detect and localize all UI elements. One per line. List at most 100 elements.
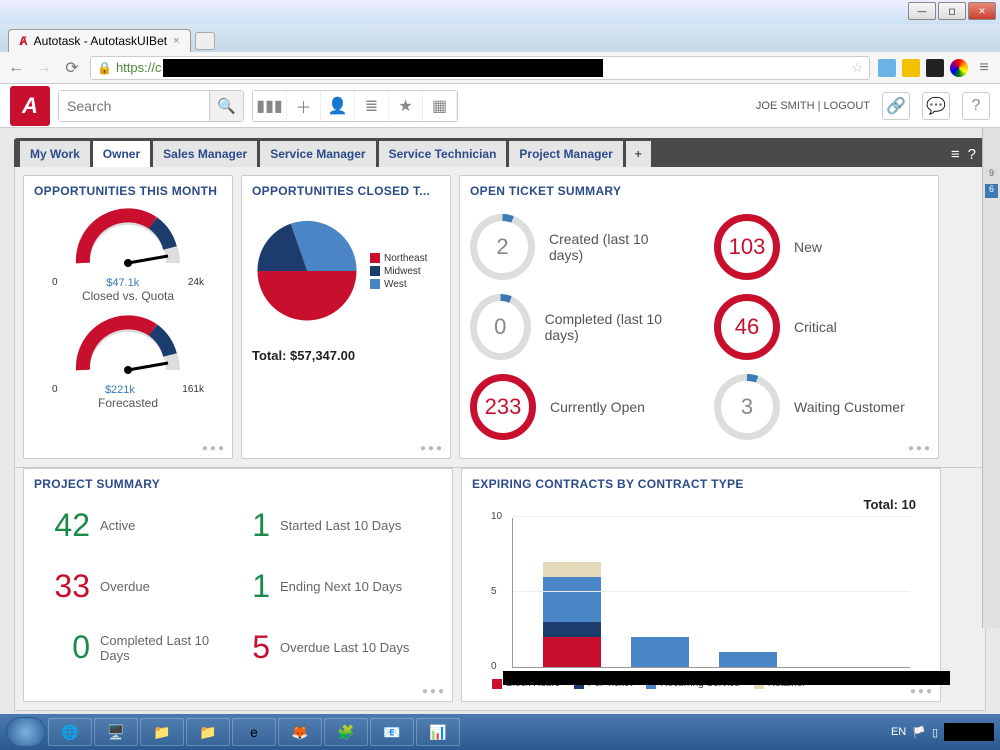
ticket-metric[interactable]: 233Currently Open	[470, 374, 684, 440]
gauge-icon	[68, 208, 188, 272]
taskbar-app-icon[interactable]: 🧩	[324, 718, 368, 746]
y-tick: 0	[491, 661, 497, 672]
taskbar-app-icon[interactable]: 🌐	[48, 718, 92, 746]
language-indicator[interactable]: EN	[891, 726, 906, 738]
right-gutter: 9 6	[982, 128, 1000, 628]
list-icon[interactable]: ≣	[355, 91, 389, 121]
ticket-label: Created (last 10 days)	[549, 231, 684, 263]
project-label: Completed Last 10 Days	[100, 633, 220, 663]
widget-menu-icon[interactable]: ●●●	[908, 443, 932, 454]
widget-menu-icon[interactable]: ●●●	[202, 443, 226, 454]
user-icon[interactable]: 👤	[321, 91, 355, 121]
window-maximize-button[interactable]: ◻	[938, 2, 966, 20]
project-count: 5	[220, 629, 280, 666]
chart-total: Total: 10	[472, 497, 930, 512]
project-count: 42	[40, 507, 100, 544]
address-bar[interactable]: 🔒 https://c ☆	[90, 56, 870, 80]
hamburger-icon[interactable]: ≡	[951, 146, 960, 163]
dashboard-tab[interactable]: Owner	[93, 141, 150, 167]
browser-toolbar: ← → ⟳ 🔒 https://c ☆ ≡	[0, 52, 1000, 84]
dashboard-page: My WorkOwnerSales ManagerService Manager…	[0, 128, 1000, 721]
dashboard-tab[interactable]: Service Manager	[260, 141, 375, 167]
bar-chart: 0 5 10	[512, 518, 910, 668]
add-tab-button[interactable]: +	[626, 141, 651, 167]
taskbar-app-icon[interactable]: 📁	[186, 718, 230, 746]
link-icon[interactable]: 🔗	[882, 92, 910, 120]
ticket-metric[interactable]: 0Completed (last 10 days)	[470, 294, 684, 360]
close-tab-icon[interactable]: ×	[173, 35, 179, 47]
taskbar-app-icon[interactable]: 📁	[140, 718, 184, 746]
widget-ticket-summary: OPEN TICKET SUMMARY 2 Created (last 10 da…	[459, 175, 939, 459]
taskbar-app-icon[interactable]: 📊	[416, 718, 460, 746]
ring-icon: 103	[714, 214, 780, 280]
dashboard-tab[interactable]: Sales Manager	[153, 141, 257, 167]
global-search: 🔍	[58, 90, 244, 122]
pie-total: Total: $57,347.00	[252, 348, 440, 363]
gauge-label: Closed vs. Quota	[34, 289, 222, 303]
dashboard-tab[interactable]: Service Technician	[379, 141, 507, 167]
window-minimize-button[interactable]: —	[908, 2, 936, 20]
taskbar-app-icon[interactable]: 📧	[370, 718, 414, 746]
window-close-button[interactable]: ✕	[968, 2, 996, 20]
extension-icon[interactable]	[902, 59, 920, 77]
logout-link[interactable]: LOGOUT	[824, 100, 870, 112]
add-icon[interactable]: ＋	[287, 91, 321, 121]
extension-icon[interactable]	[926, 59, 944, 77]
ring-icon: 0	[470, 294, 531, 360]
ticket-metric[interactable]: 3Waiting Customer	[714, 374, 928, 440]
taskbar-app-icon[interactable]: 🦊	[278, 718, 322, 746]
browser-tab[interactable]: Ⱥ Autotask - AutotaskUIBet ×	[8, 29, 191, 52]
widget-menu-icon[interactable]: ●●●	[910, 686, 934, 697]
star-icon[interactable]: ★	[389, 91, 423, 121]
gauge-min: 0	[52, 277, 58, 289]
bookmark-icon[interactable]: ☆	[851, 60, 863, 76]
project-label: Overdue	[100, 579, 220, 594]
app-logo[interactable]: A	[10, 86, 50, 126]
calendar-icon[interactable]: ▦	[423, 91, 457, 121]
widget-menu-icon[interactable]: ●●●	[422, 686, 446, 697]
chrome-menu-icon[interactable]: ≡	[974, 59, 994, 77]
widget-opportunities-month: OPPORTUNITIES THIS MONTH 0 $47.1k 24k Cl…	[23, 175, 233, 459]
ticket-metric[interactable]: 2 Created (last 10 days)	[470, 214, 684, 280]
x-labels-redacted	[503, 671, 950, 685]
start-button[interactable]	[6, 717, 46, 747]
battery-icon[interactable]: ▯	[932, 726, 938, 739]
gutter-badge[interactable]: 6	[985, 184, 998, 198]
forward-button[interactable]: →	[34, 59, 54, 77]
dashboard-tab[interactable]: Project Manager	[509, 141, 622, 167]
widgets-row-2: PROJECT SUMMARY 42Active1Started Last 10…	[14, 468, 986, 711]
app-toolbar: ▮▮▮ ＋ 👤 ≣ ★ ▦	[252, 90, 458, 122]
dashboard-icon[interactable]: ▮▮▮	[253, 91, 287, 121]
reload-button[interactable]: ⟳	[62, 58, 82, 78]
url-scheme: https://c	[116, 60, 162, 75]
search-button[interactable]: 🔍	[209, 91, 243, 121]
y-tick: 5	[491, 586, 497, 597]
browser-tabstrip: Ⱥ Autotask - AutotaskUIBet ×	[0, 24, 1000, 52]
gauge-value: $221k	[105, 384, 135, 396]
help-icon[interactable]: ?	[968, 146, 976, 163]
legend-item: Northeast	[370, 253, 427, 264]
widget-menu-icon[interactable]: ●●●	[420, 443, 444, 454]
gutter-badge[interactable]: 9	[985, 168, 998, 182]
favicon: Ⱥ	[19, 34, 28, 48]
ticket-metric[interactable]: 46Critical	[714, 294, 928, 360]
ring-icon: 2	[470, 214, 535, 280]
extension-icon[interactable]	[878, 59, 896, 77]
new-tab-button[interactable]	[195, 32, 215, 50]
gauge-max: 24k	[188, 277, 204, 289]
chat-icon[interactable]: 💬	[922, 92, 950, 120]
widget-opportunities-closed: OPPORTUNITIES CLOSED T... NortheastMidwe…	[241, 175, 451, 459]
taskbar-app-icon[interactable]: e	[232, 718, 276, 746]
ticket-metric[interactable]: 103New	[714, 214, 928, 280]
extension-icon[interactable]	[950, 59, 968, 77]
flag-icon[interactable]: 🏳️	[912, 726, 926, 739]
widget-title: EXPIRING CONTRACTS BY CONTRACT TYPE	[472, 477, 930, 491]
taskbar-app-icon[interactable]: 🖥️	[94, 718, 138, 746]
back-button[interactable]: ←	[6, 59, 26, 77]
project-count: 1	[220, 507, 280, 544]
search-input[interactable]	[59, 91, 209, 121]
widget-title: OPEN TICKET SUMMARY	[470, 184, 928, 198]
project-label: Active	[100, 518, 220, 533]
help-icon[interactable]: ?	[962, 92, 990, 120]
dashboard-tab[interactable]: My Work	[20, 141, 90, 167]
